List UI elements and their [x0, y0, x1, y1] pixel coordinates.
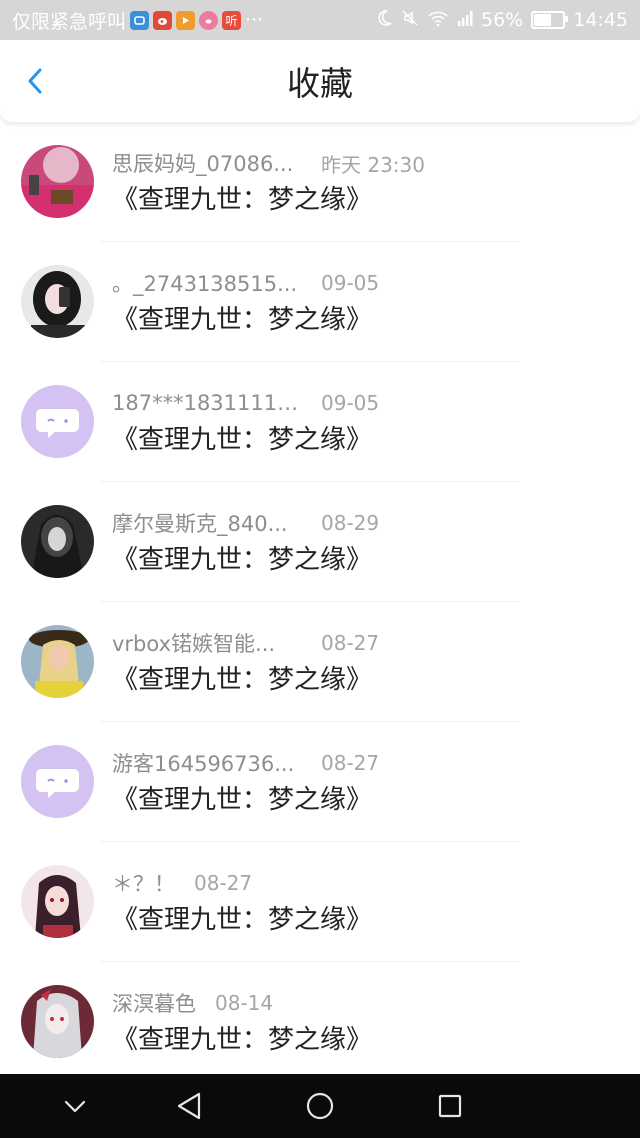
wifi-icon — [427, 9, 449, 32]
favorite-date: 08-14 — [215, 991, 274, 1015]
system-nav-bar — [0, 1074, 640, 1138]
moon-icon — [375, 9, 393, 32]
favorite-title: 《查理九世：梦之缘》 — [112, 305, 373, 335]
mute-icon — [401, 9, 419, 32]
clock: 14:45 — [573, 9, 628, 31]
favorite-item[interactable]: 深溟暮色 08-14 《查理九世：梦之缘》 — [0, 962, 640, 1074]
chat-bubble-icon — [21, 745, 94, 818]
carrier-text: 仅限紧急呼叫 — [12, 10, 127, 33]
favorite-item[interactable]: 187***183111111 09-05 《查理九世：梦之缘》 — [0, 362, 640, 482]
favorite-item[interactable]: ＊？！ 08-27 《查理九世：梦之缘》 — [0, 842, 640, 962]
favorite-date: 08-29 — [321, 511, 380, 535]
default-chat-avatar — [21, 385, 94, 458]
app-icon-blue — [130, 10, 150, 30]
user-name: ＊？！ — [112, 872, 175, 896]
user-avatar — [21, 865, 94, 938]
user-name: 187***183111111 — [112, 391, 302, 415]
battery-icon — [531, 11, 569, 29]
battery-percent: 56% — [481, 9, 524, 31]
home-circle-icon — [306, 1092, 334, 1120]
favorite-title: 《查理九世：梦之缘》 — [112, 425, 373, 455]
favorite-date: 08-27 — [321, 631, 380, 655]
favorite-title: 《查理九世：梦之缘》 — [112, 1025, 373, 1055]
favorite-date: 09-05 — [321, 271, 380, 295]
favorite-item[interactable]: 思辰妈妈_07086... 昨天 23:30 《查理九世：梦之缘》 — [0, 122, 640, 242]
favorites-list: 思辰妈妈_07086... 昨天 23:30 《查理九世：梦之缘》 。_27431… — [0, 122, 640, 1074]
header: 收藏 — [0, 40, 640, 123]
video-icon — [176, 10, 196, 30]
favorite-title: 《查理九世：梦之缘》 — [112, 545, 373, 575]
listen-icon: 听 — [222, 10, 242, 30]
favorite-date: 09-05 — [321, 391, 380, 415]
chat-bubble-icon — [21, 385, 94, 458]
user-name: 摩尔曼斯克_840... — [112, 512, 288, 536]
status-left: 仅限紧急呼叫 听 ··· — [12, 0, 263, 40]
nav-recents-button[interactable] — [430, 1086, 470, 1126]
favorite-date: 昨天 23:30 — [321, 152, 425, 177]
favorite-item[interactable]: vrbox锘嫉智能... 08-27 《查理九世：梦之缘》 — [0, 602, 640, 722]
favorite-item[interactable]: 。_2743138515... 09-05 《查理九世：梦之缘》 — [0, 242, 640, 362]
favorite-title: 《查理九世：梦之缘》 — [112, 905, 373, 935]
hide-nav-button[interactable] — [55, 1086, 95, 1126]
user-name: vrbox锘嫉智能... — [112, 632, 276, 656]
hide-nav-icon — [64, 1100, 86, 1113]
pig-icon — [199, 10, 219, 30]
favorite-item[interactable]: 摩尔曼斯克_840... 08-29 《查理九世：梦之缘》 — [0, 482, 640, 602]
battery-level — [534, 14, 552, 26]
favorite-date: 08-27 — [321, 751, 380, 775]
user-name: 思辰妈妈_07086... — [112, 152, 294, 176]
more-notifications-icon: ··· — [245, 9, 264, 31]
recents-square-icon — [438, 1094, 462, 1118]
favorite-item[interactable]: 游客164596736... 08-27 《查理九世：梦之缘》 — [0, 722, 640, 842]
user-avatar — [21, 625, 94, 698]
favorite-date: 08-27 — [194, 871, 253, 895]
user-name: 游客164596736... — [112, 752, 295, 776]
user-name: 。_2743138515... — [112, 272, 298, 296]
back-triangle-icon — [177, 1092, 201, 1120]
user-avatar — [21, 145, 94, 218]
favorite-title: 《查理九世：梦之缘》 — [112, 785, 373, 815]
nav-home-button[interactable] — [300, 1086, 340, 1126]
nav-back-button[interactable] — [169, 1086, 209, 1126]
user-name: 深溟暮色 — [112, 992, 196, 1016]
signal-icon — [457, 9, 473, 32]
status-right: 56% 14:45 — [375, 0, 628, 40]
default-chat-avatar — [21, 745, 94, 818]
favorite-title: 《查理九世：梦之缘》 — [112, 665, 373, 695]
page-title: 收藏 — [287, 64, 353, 103]
weibo-icon — [153, 10, 173, 30]
user-avatar — [21, 985, 94, 1058]
status-bar: 仅限紧急呼叫 听 ··· 56% 14:45 — [0, 0, 640, 40]
user-avatar — [21, 505, 94, 578]
user-avatar — [21, 265, 94, 338]
favorite-title: 《查理九世：梦之缘》 — [112, 185, 373, 215]
